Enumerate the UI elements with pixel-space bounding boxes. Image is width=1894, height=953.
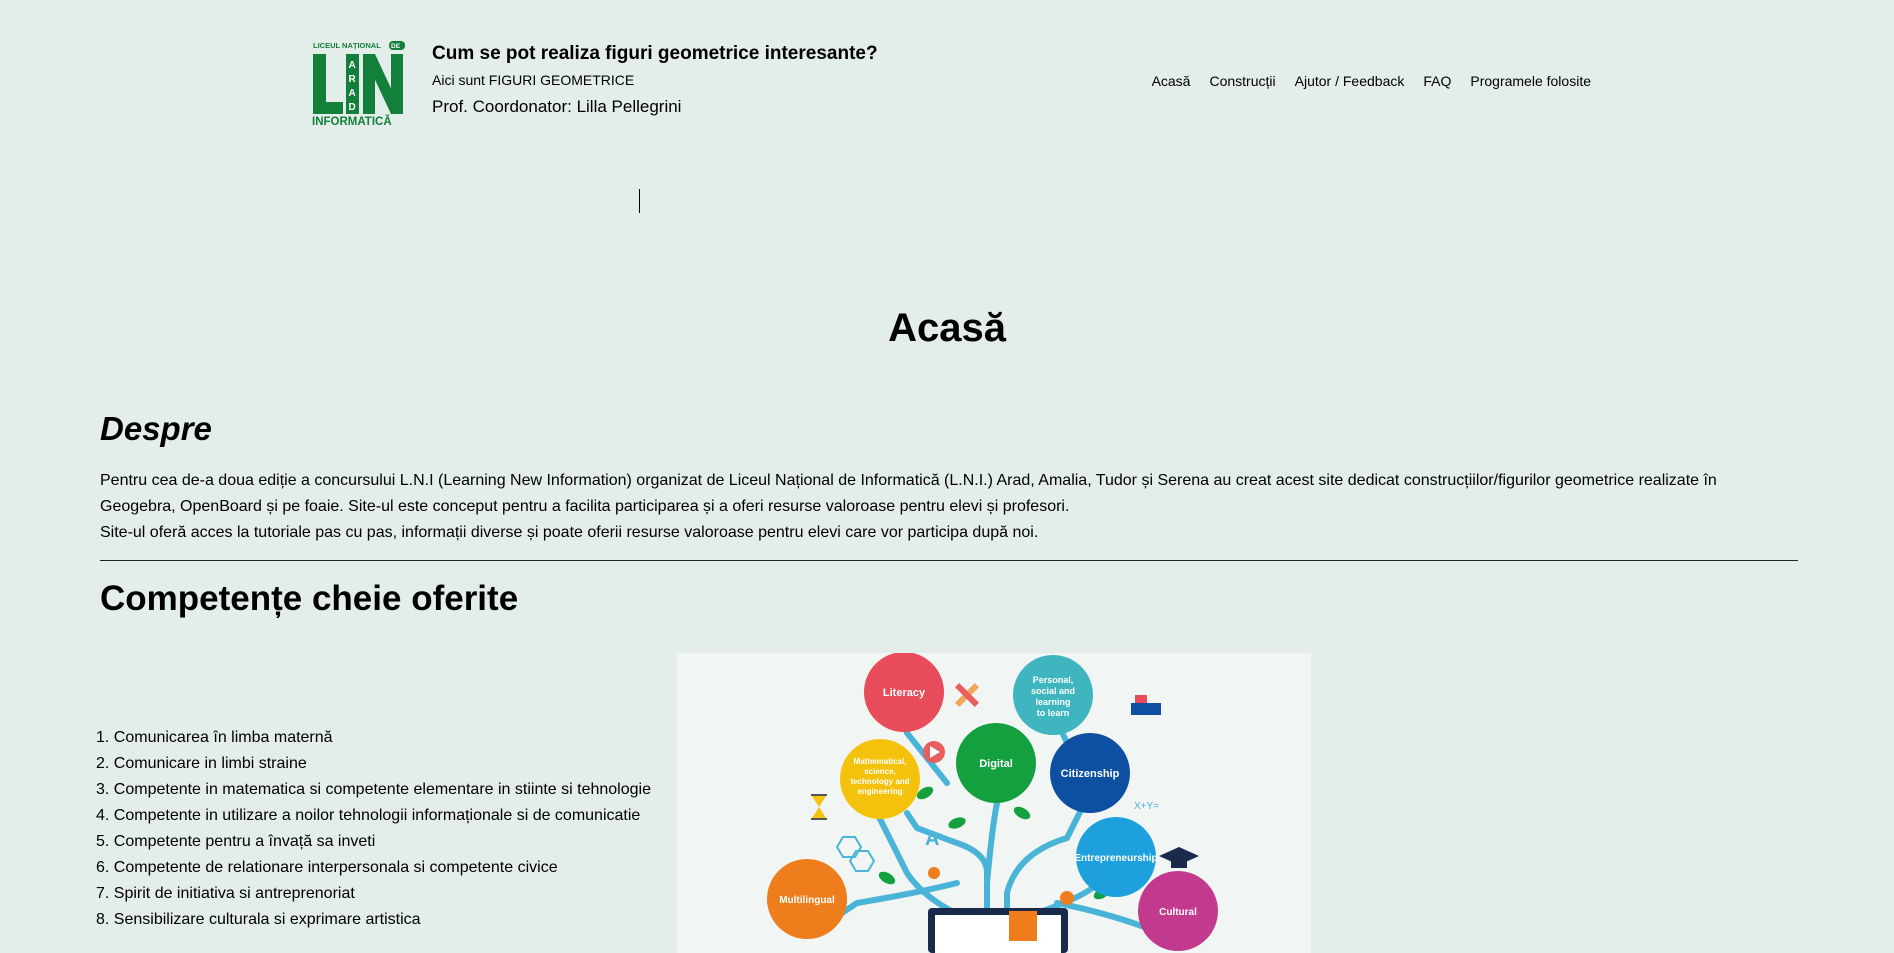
logo-bottom-text: INFORMATICĂ (312, 115, 392, 126)
section-divider (100, 560, 1798, 561)
about-paragraph-line: Geogebra, OpenBoard și pe foaie. Site-ul… (100, 498, 1070, 515)
logo-top-text: LICEUL NAȚIONAL (313, 41, 381, 50)
list-item: 2. Comunicare in limbi straine (96, 755, 307, 772)
graduation-cap-icon (1159, 847, 1199, 868)
site-header: LICEUL NAȚIONAL DE A R A D INFORMATICĂ C… (311, 40, 1591, 130)
main-content: Despre Pentru cea de-a doua ediție a con… (96, 410, 1798, 953)
svg-text:Mathematical,: Mathematical, (854, 757, 907, 766)
bubble-label: Digital (979, 758, 1013, 770)
hourglass-icon (811, 794, 827, 820)
svg-text:technology and: technology and (850, 777, 909, 786)
about-paragraph: Site-ul oferă acces la tutoriale pas cu … (100, 524, 1039, 541)
pencil-ruler-icon (954, 682, 980, 708)
svg-text:A: A (349, 60, 356, 71)
letter-a-icon: A (925, 828, 939, 850)
site-title[interactable]: Cum se pot realiza figuri geometrice int… (432, 43, 878, 65)
svg-text:Personal,: Personal, (1033, 675, 1074, 685)
svg-text:D: D (349, 102, 356, 113)
list-item: 5. Competente pentru a învață sa inveti (96, 833, 376, 850)
bubble-label: Cultural (1159, 907, 1197, 918)
about-text: Pentru cea de-a doua ediție a concursulu… (100, 468, 1798, 546)
competences-heading: Competențe cheie oferite (100, 579, 519, 618)
site-tagline: Aici sunt FIGURI GEOMETRICE (432, 72, 635, 88)
text-cursor (639, 189, 640, 213)
podium-icon (1131, 695, 1161, 715)
page-title: Acasă (888, 306, 1006, 350)
play-button-icon (923, 741, 945, 763)
nav-item-acasa[interactable]: Acasă (1152, 73, 1191, 89)
svg-text:science,: science, (864, 767, 896, 776)
svg-text:R: R (349, 74, 357, 85)
formula-icon: X+Y= (1134, 801, 1159, 812)
school-logo[interactable]: LICEUL NAȚIONAL DE A R A D INFORMATICĂ (311, 40, 407, 126)
list-item: 3. Competente in matematica si competent… (96, 781, 651, 798)
bubble-label: Citizenship (1061, 768, 1120, 780)
competences-list: 1. Comunicarea în limba maternă 2. Comun… (96, 725, 651, 933)
bubble-label: Literacy (883, 687, 926, 699)
svg-text:A: A (349, 88, 356, 99)
about-paragraph-line: Pentru cea de-a doua ediție a concursulu… (100, 472, 1717, 489)
svg-text:engineering: engineering (857, 787, 902, 796)
svg-text:learning: learning (1035, 697, 1070, 707)
logo-top-suffix: DE (391, 43, 401, 50)
hexagons-icon (835, 836, 876, 872)
list-item: 6. Competente de relationare interperson… (96, 859, 558, 876)
site-coordinator: Prof. Coordonator: Lilla Pellegrini (432, 97, 682, 116)
list-item: 8. Sensibilizare culturala si exprimare … (96, 911, 421, 928)
bubble-label: Entrepreneurship (1074, 853, 1157, 864)
key-competences-image: Literacy Personal, social and learning t… (677, 653, 1311, 953)
nav-item-faq[interactable]: FAQ (1423, 73, 1451, 89)
list-item: 7. Spirit de initiativa si antreprenoria… (96, 885, 355, 902)
about-heading: Despre (100, 410, 212, 447)
list-item: 1. Comunicarea în limba maternă (96, 729, 333, 746)
main-nav: Acasă Construcții Ajutor / Feedback FAQ … (1152, 73, 1591, 89)
nav-item-programele-folosite[interactable]: Programele folosite (1470, 73, 1591, 89)
nav-item-constructii[interactable]: Construcții (1209, 73, 1275, 89)
list-item: 4. Competente in utilizare a noilor tehn… (96, 807, 641, 824)
svg-text:to learn: to learn (1037, 708, 1070, 718)
nav-item-ajutor-feedback[interactable]: Ajutor / Feedback (1295, 73, 1405, 89)
book-laptop-icon (928, 908, 1068, 953)
competences-tree-illustration: Literacy Personal, social and learning t… (767, 653, 1218, 953)
svg-text:social and: social and (1031, 686, 1075, 696)
bubble-label: Multilingual (779, 895, 835, 906)
